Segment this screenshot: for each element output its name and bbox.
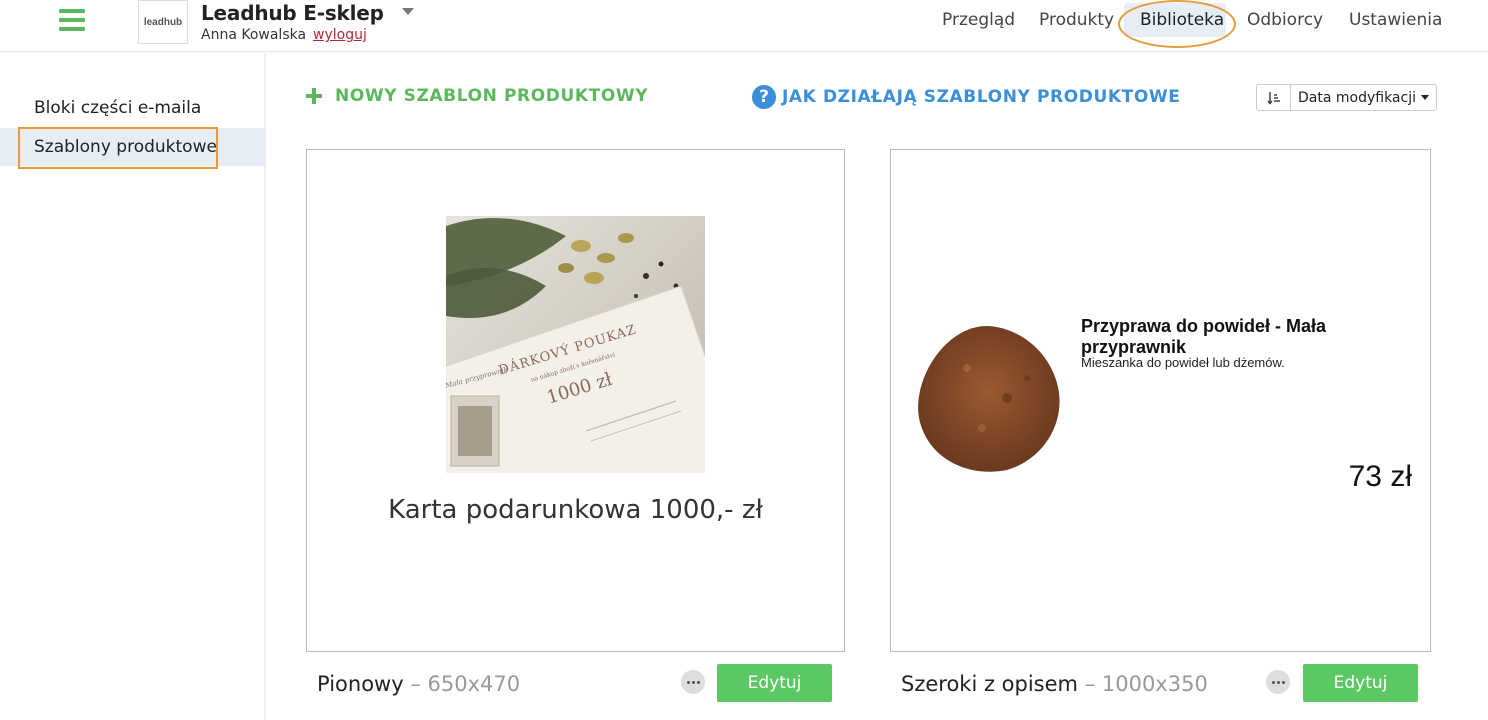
template-preview-szeroki[interactable]: Przyprawa do powideł - Mała przyprawnik …: [890, 149, 1431, 652]
help-link[interactable]: ? JAK DZIAŁAJĄ SZABLONY PRODUKTOWE: [752, 85, 1181, 109]
more-options-ellipsis-icon[interactable]: [681, 670, 705, 694]
plus-icon: [306, 88, 322, 104]
nav-biblioteka[interactable]: Biblioteka: [1140, 10, 1224, 30]
sort-direction-button[interactable]: [1257, 85, 1291, 110]
edit-button[interactable]: Edytuj: [717, 664, 832, 702]
user-name: Anna Kowalska: [201, 27, 307, 43]
help-label: JAK DZIAŁAJĄ SZABLONY PRODUKTOWE: [782, 87, 1181, 107]
new-template-button[interactable]: NOWY SZABLON PRODUKTOWY: [306, 86, 648, 106]
sort-amount-icon: [1266, 91, 1280, 105]
sort-control: Data modyfikacji: [1256, 84, 1437, 111]
caret-down-icon: [1421, 95, 1429, 100]
template-name-label: Szeroki z opisem: [901, 672, 1078, 696]
nav-ustawienia[interactable]: Ustawienia: [1349, 10, 1442, 30]
question-circle-icon: ?: [752, 85, 776, 109]
sidebar: Bloki części e-maila Szablony produktowe: [0, 53, 266, 720]
shop-logo[interactable]: leadhub: [138, 0, 188, 44]
nav-odbiorcy[interactable]: Odbiorcy: [1247, 10, 1323, 30]
template-dimensions: – 650x470: [410, 672, 521, 696]
logout-link[interactable]: wyloguj: [313, 27, 367, 43]
product-price: 73 zł: [1348, 460, 1412, 493]
edit-button[interactable]: Edytuj: [1303, 664, 1418, 702]
product-title: Przyprawa do powideł - Mała przyprawnik: [1081, 316, 1327, 357]
hamburger-menu-icon[interactable]: [59, 9, 85, 31]
shop-switcher-caret-down-icon[interactable]: [402, 8, 414, 15]
template-dimensions: – 1000x350: [1084, 672, 1208, 696]
sort-select[interactable]: Data modyfikacji: [1291, 85, 1436, 110]
more-options-ellipsis-icon[interactable]: [1266, 670, 1290, 694]
template-name-label: Pionowy: [317, 672, 404, 696]
spice-powder-image: [907, 318, 1071, 480]
template-name: Szeroki z opisem – 1000x350: [901, 672, 1208, 696]
template-name: Pionowy – 650x470: [317, 672, 520, 696]
sort-select-value: Data modyfikacji: [1298, 89, 1416, 106]
nav-produkty[interactable]: Produkty: [1039, 10, 1114, 30]
new-template-label: NOWY SZABLON PRODUKTOWY: [335, 86, 649, 106]
template-caption: Karta podarunkowa 1000,- zł: [388, 495, 763, 525]
sidebar-item-szablony[interactable]: Szablony produktowe: [0, 128, 266, 166]
shop-name[interactable]: Leadhub E-sklep: [201, 1, 384, 25]
template-footer-szeroki: Szeroki z opisem – 1000x350 Edytuj: [890, 664, 1431, 702]
sidebar-item-bloki[interactable]: Bloki części e-maila: [0, 89, 266, 127]
template-footer-pionowy: Pionowy – 650x470 Edytuj: [306, 664, 845, 702]
nav-przeglad[interactable]: Przegląd: [942, 10, 1015, 30]
template-preview-pionowy[interactable]: DÁRKOVÝ POUKAZ na nákup zboží v kořenářs…: [306, 149, 845, 652]
product-description: Mieszanka do powideł lub dżemów.: [1081, 355, 1285, 370]
top-bar: leadhub Leadhub E-sklep Anna Kowalska wy…: [0, 0, 1488, 52]
gift-card-image: DÁRKOVÝ POUKAZ na nákup zboží v kořenářs…: [446, 216, 705, 473]
logo-text: leadhub: [143, 16, 183, 28]
